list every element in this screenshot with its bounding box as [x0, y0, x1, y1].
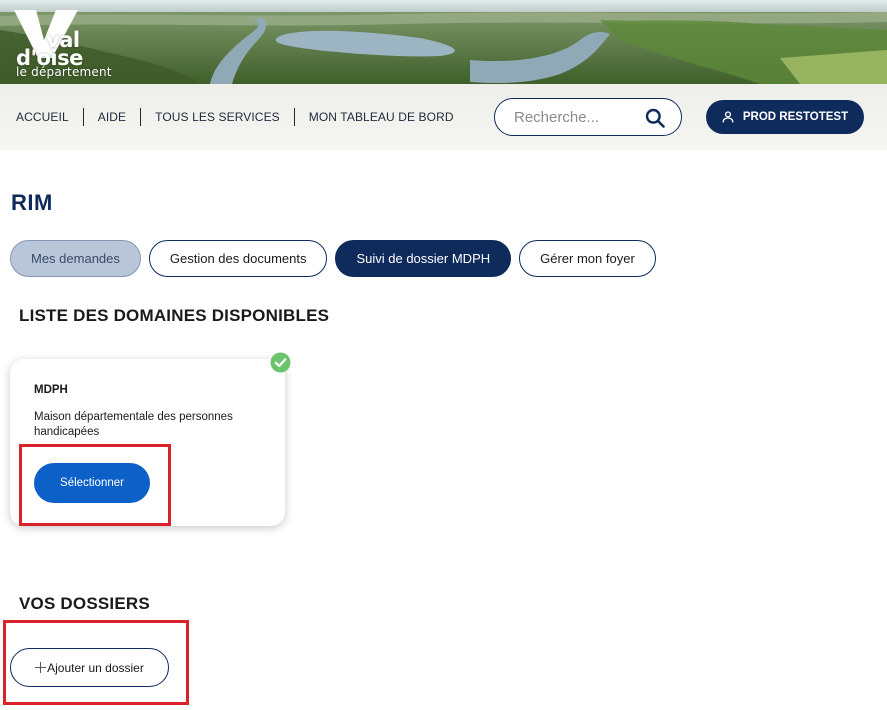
tab-gestion-des-documents[interactable]: Gestion des documents: [148, 240, 328, 277]
tab-bar: Mes demandes Gestion des documents Suivi…: [10, 240, 656, 277]
user-button-label: PROD RESTOTEST: [742, 111, 849, 123]
page-title: RIM: [11, 190, 53, 215]
user-account-button[interactable]: PROD RESTOTEST: [706, 100, 864, 134]
nav-separator: [293, 108, 295, 126]
check-circle-icon: [270, 352, 291, 373]
nav-link-accueil[interactable]: ACCUEIL: [16, 110, 69, 124]
domain-card-title: MDPH: [34, 384, 68, 396]
search-input[interactable]: [514, 108, 636, 126]
dossiers-section-title: VOS DOSSIERS: [19, 594, 150, 613]
tab-suivi-de-dossier-mdph[interactable]: Suivi de dossier MDPH: [335, 240, 512, 277]
nav-link-mon-tableau-de-bord[interactable]: MON TABLEAU DE BORD: [309, 110, 454, 124]
val-doise-logo[interactable]: val d'oise le département: [14, 10, 136, 80]
nav-separator: [82, 108, 84, 126]
tab-mes-demandes[interactable]: Mes demandes: [10, 240, 141, 277]
nav-separator: [140, 108, 142, 126]
nav-link-tous-les-services[interactable]: TOUS LES SERVICES: [155, 110, 280, 124]
main-nav: ACCUEIL AIDE TOUS LES SERVICES MON TABLE…: [16, 108, 454, 126]
top-navigation-bar: ACCUEIL AIDE TOUS LES SERVICES MON TABLE…: [0, 84, 887, 150]
header-banner: val d'oise le département: [0, 0, 887, 84]
highlight-box-select: [19, 444, 171, 526]
highlight-box-add-dossier: [3, 620, 189, 705]
tab-gerer-mon-foyer[interactable]: Gérer mon foyer: [519, 240, 656, 277]
search-box: [494, 98, 682, 136]
user-icon: [722, 111, 734, 123]
nav-link-aide[interactable]: AIDE: [98, 110, 126, 124]
domains-section-title: LISTE DES DOMAINES DISPONIBLES: [19, 306, 330, 325]
search-icon[interactable]: [645, 108, 665, 128]
logo-tagline: le département: [16, 65, 112, 79]
domain-card-description: Maison départementale des personnes hand…: [34, 411, 233, 438]
